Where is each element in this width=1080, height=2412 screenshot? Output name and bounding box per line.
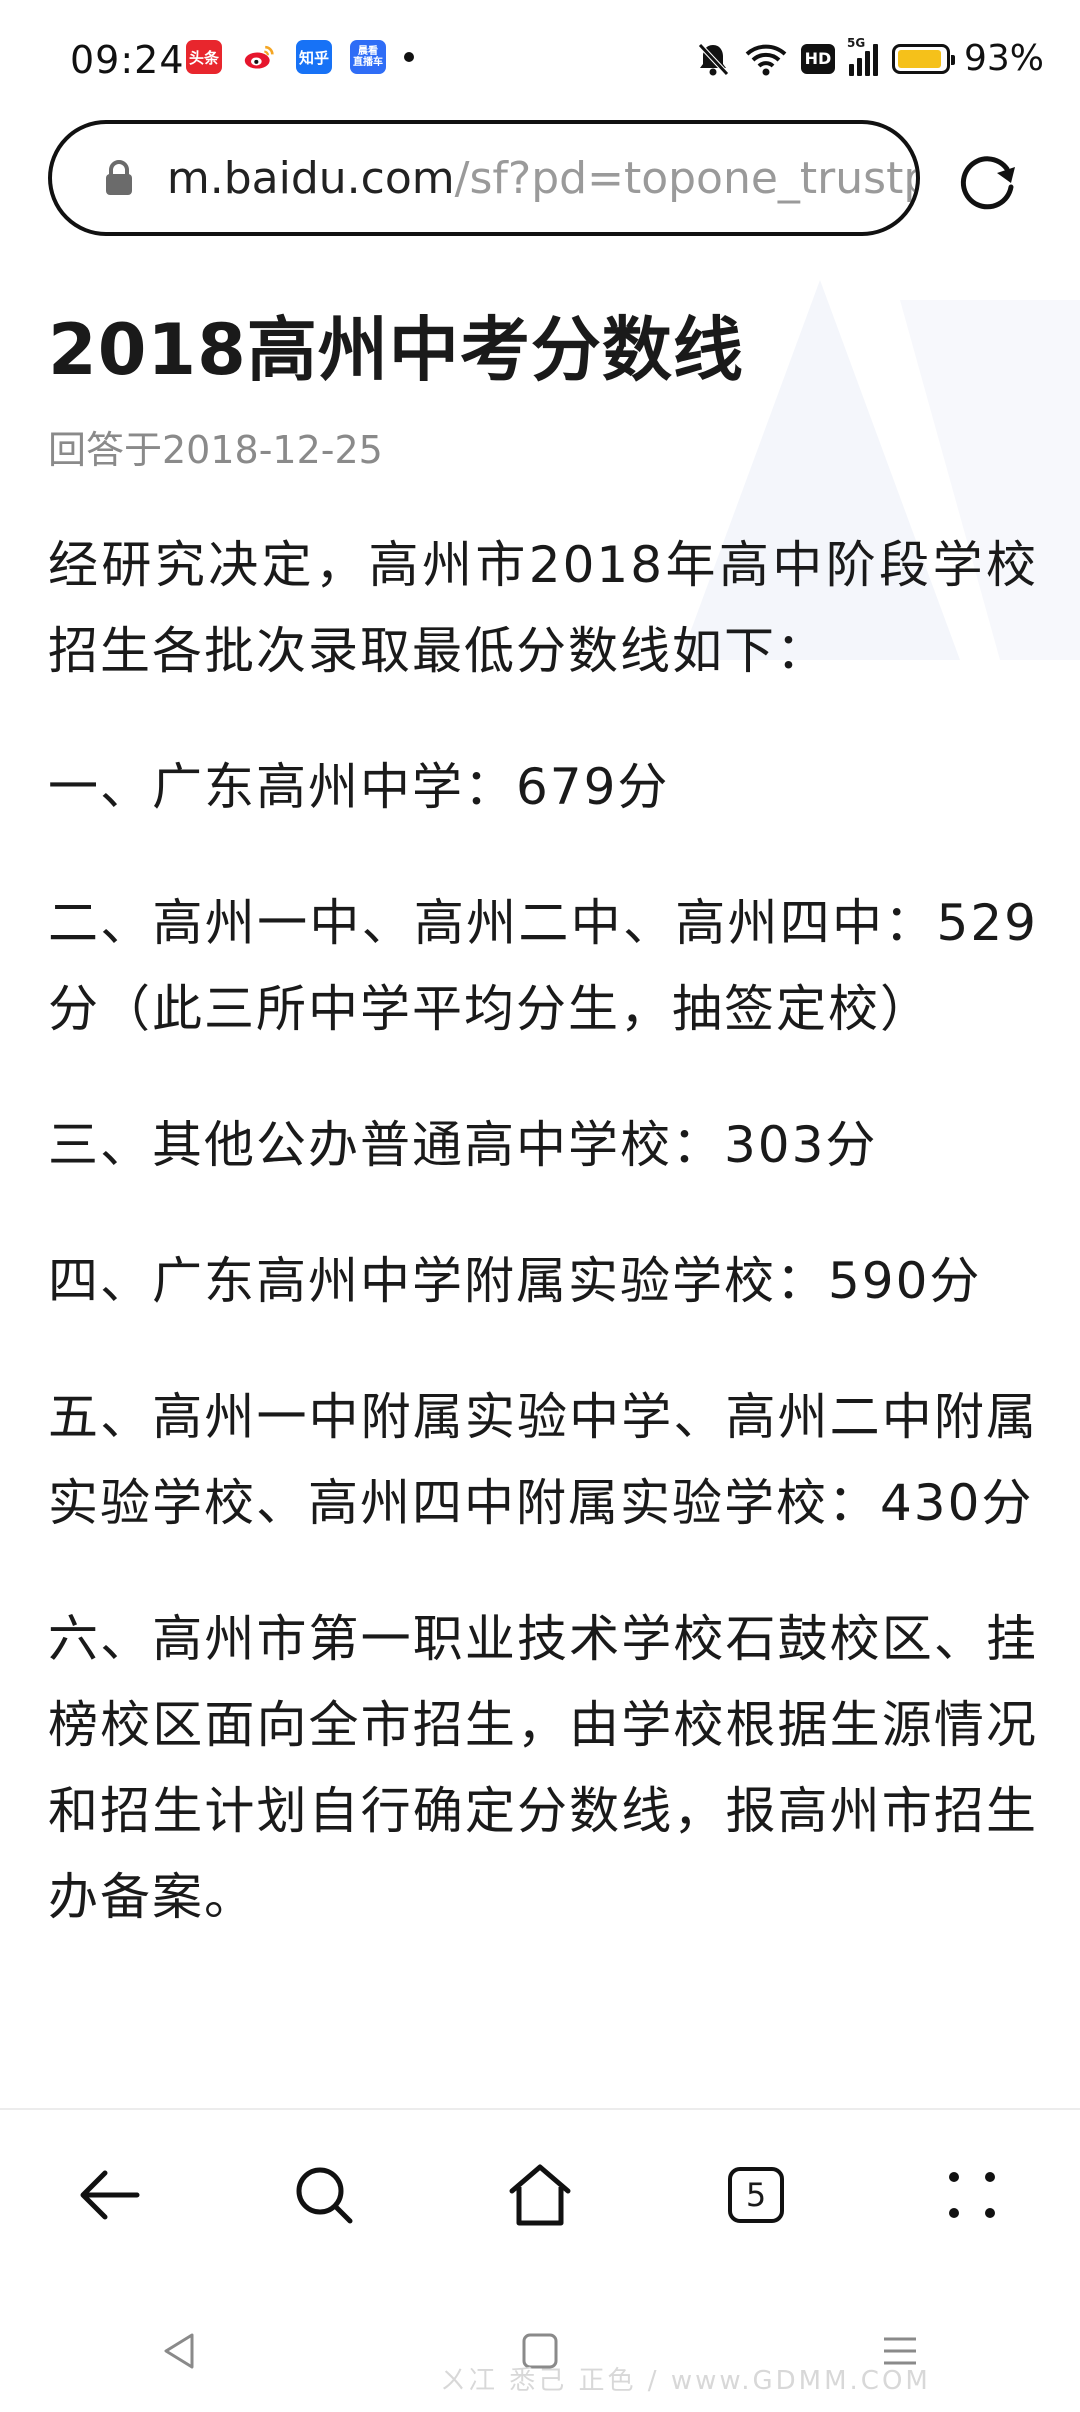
- url-domain: m.baidu.com: [166, 152, 455, 204]
- weibo-app-icon: [240, 40, 279, 74]
- article-paragraph: 四、广东高州中学附属实验学校：590分: [48, 1252, 982, 1310]
- toutiao-app-icon: 头条: [186, 40, 223, 74]
- triangle-back-icon: [164, 2333, 194, 2369]
- wifi-icon: [745, 44, 787, 75]
- zhihu-app-icon: 知乎: [296, 40, 333, 74]
- tab-count: 5: [728, 2167, 784, 2223]
- cell-signal-icon: 5G: [847, 36, 878, 76]
- url-path: /sf?pd=topone_trustp: [454, 152, 916, 204]
- screen: 09:24 头条 知乎 晨看 直播车 HD 5G 93% m.baidu.com…: [0, 0, 1080, 2412]
- home-button[interactable]: [490, 2145, 590, 2245]
- site-watermark: ㄨ冮 悉己 正色 / www.GDMM.COM: [440, 2366, 931, 2396]
- article-paragraph: 一、广东高州中学：679分: [48, 758, 670, 816]
- refresh-icon: [960, 156, 1015, 210]
- article-paragraph: 三、其他公办普通高中学校：303分: [48, 1116, 878, 1174]
- url-text[interactable]: m.baidu.com/sf?pd=topone_trustp: [167, 153, 916, 204]
- battery-icon: [891, 43, 955, 74]
- more-dots-icon: [949, 2172, 995, 2218]
- news-app-icon: 晨看 直播车: [350, 40, 387, 74]
- status-time: 09:24: [70, 38, 185, 82]
- hd-voice-badge: HD: [800, 43, 835, 74]
- menu-button[interactable]: [922, 2145, 1022, 2245]
- article-paragraph: 五、高州一中附属实验中学、高州二中附属实验学校、高州四中附属实验学校：430分: [48, 1388, 1038, 1532]
- more-notifications-dot: [404, 52, 415, 62]
- article-body: 经研究决定，高州市2018年高中阶段学校招生各批次录取最低分数线如下： 一、广东…: [48, 522, 1038, 1940]
- lock-icon: [92, 159, 147, 197]
- article-title: 2018高州中考分数线: [48, 309, 744, 391]
- refresh-button[interactable]: [952, 146, 1022, 216]
- search-icon: [296, 2167, 353, 2224]
- browser-toolbar: 5: [0, 2110, 1080, 2280]
- article-paragraph: 六、高州市第一职业技术学校石鼓校区、挂榜校区面向全市招生，由学校根据生源情况和招…: [48, 1610, 1038, 1926]
- status-bar: 09:24 头条 知乎 晨看 直播车 HD 5G 93%: [0, 0, 1080, 110]
- home-icon: [509, 2164, 571, 2226]
- notification-app-icons: 头条 知乎 晨看 直播车: [186, 40, 415, 74]
- back-button[interactable]: [58, 2145, 158, 2245]
- network-type-label: 5G: [846, 35, 866, 50]
- system-back-button[interactable]: [140, 2311, 220, 2391]
- answer-date: 回答于2018-12-25: [48, 428, 383, 472]
- search-button[interactable]: [274, 2145, 374, 2245]
- article: 2018高州中考分数线 回答于2018-12-25 经研究决定，高州市2018年…: [48, 300, 1038, 1990]
- bell-muted-icon: [698, 42, 729, 76]
- arrow-left-icon: [80, 2170, 140, 2220]
- article-paragraph: 经研究决定，高州市2018年高中阶段学校招生各批次录取最低分数线如下：: [48, 536, 1038, 680]
- battery-level-fill: [897, 49, 941, 68]
- battery-percent: 93%: [963, 38, 1044, 79]
- tabs-button[interactable]: 5: [706, 2145, 806, 2245]
- status-indicators: HD 5G 93%: [695, 36, 1044, 79]
- address-bar[interactable]: m.baidu.com/sf?pd=topone_trustp: [48, 120, 920, 236]
- article-paragraph: 二、高州一中、高州二中、高州四中：529分（此三所中学平均分生，抽签定校）: [48, 894, 1038, 1038]
